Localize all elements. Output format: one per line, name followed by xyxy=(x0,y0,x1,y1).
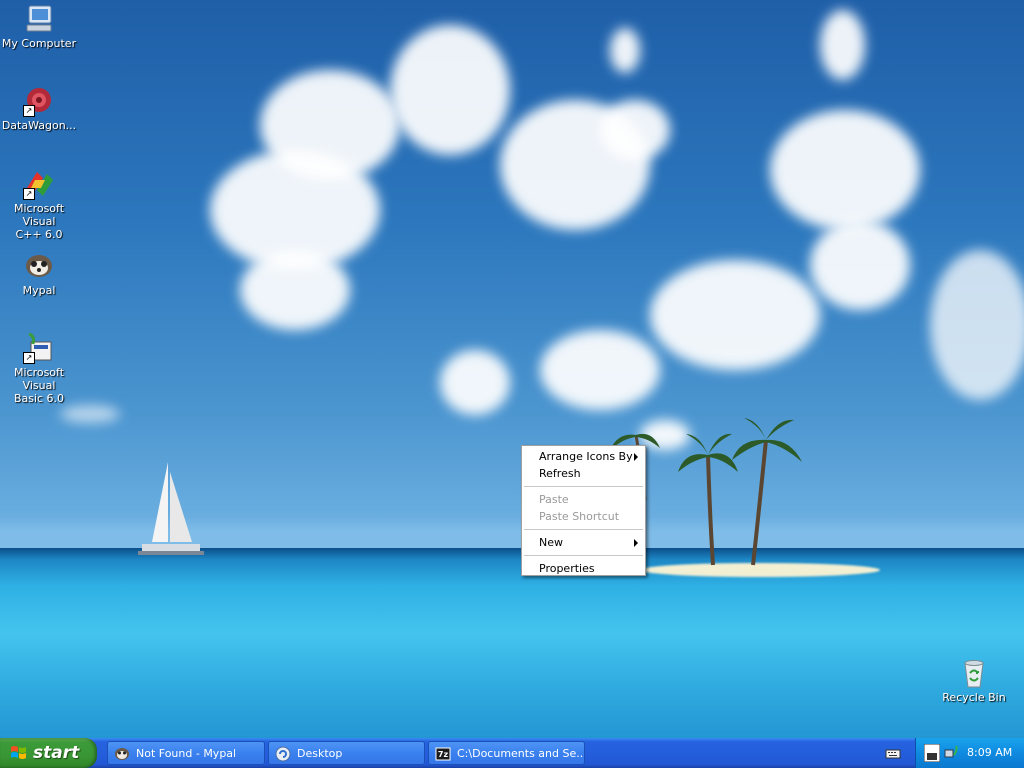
wallpaper-sailboat xyxy=(138,462,204,555)
start-button[interactable]: start xyxy=(0,738,97,768)
taskbar-button-7zip[interactable]: 7z C:\Documents and Se... xyxy=(428,741,585,765)
wallpaper-cloud xyxy=(820,10,865,80)
shortcut-arrow-icon: ↗ xyxy=(23,105,35,117)
wallpaper-cloud xyxy=(600,100,670,160)
wallpaper-cloud xyxy=(810,220,910,310)
recycle-bin-icon xyxy=(958,657,990,689)
menu-item-label: Paste xyxy=(539,493,569,506)
wallpaper-cloud xyxy=(650,260,820,370)
desktop-context-menu: Arrange Icons By Refresh Paste Paste Sho… xyxy=(521,445,646,576)
wallpaper-cloud xyxy=(390,25,510,155)
taskbar-button-mypal[interactable]: Not Found - Mypal xyxy=(107,741,265,765)
desktop-icon-recycle-bin[interactable]: Recycle Bin xyxy=(934,657,1014,704)
menu-item-label: Refresh xyxy=(539,467,581,480)
menu-item-new[interactable]: New xyxy=(522,534,645,551)
menu-item-arrange-icons-by[interactable]: Arrange Icons By xyxy=(522,448,645,465)
taskbar-button-label: Desktop xyxy=(297,747,343,760)
wallpaper-cloud xyxy=(770,110,920,230)
desktop-icon-label-line1: Microsoft Visual xyxy=(13,202,65,228)
menu-item-label: Arrange Icons By xyxy=(539,450,633,463)
desktop-icon xyxy=(275,746,291,762)
wallpaper-cloud xyxy=(930,250,1024,400)
start-label: start xyxy=(33,743,80,763)
menu-item-label: Paste Shortcut xyxy=(539,510,620,523)
taskbar: start Not Found - Mypal Desktop 7z C:\Do… xyxy=(0,738,1024,768)
windows-logo-icon xyxy=(11,746,26,759)
taskbar-button-label: Not Found - Mypal xyxy=(136,747,237,760)
desktop-icon-mypal[interactable]: Mypal xyxy=(0,250,79,297)
wallpaper-cloud xyxy=(260,70,400,180)
my-computer-icon xyxy=(23,3,55,35)
visual-cpp-icon: ↗ xyxy=(23,168,55,200)
desktop-icon-label: Mypal xyxy=(22,284,56,297)
menu-separator xyxy=(524,555,643,556)
wallpaper-cloud xyxy=(60,405,120,423)
menu-separator xyxy=(524,529,643,530)
desktop-icon-label: My Computer xyxy=(1,37,77,50)
taskbar-clock[interactable]: 8:09 AM xyxy=(967,738,1012,768)
datawagon-icon: ↗ xyxy=(23,85,55,117)
desktop-icon-datawagon[interactable]: ↗ DataWagon... xyxy=(0,85,79,132)
desktop-background[interactable] xyxy=(0,0,1024,738)
desktop-icon-label: Recycle Bin xyxy=(942,691,1006,704)
submenu-arrow-icon xyxy=(634,453,638,461)
wallpaper-cloud xyxy=(610,28,640,73)
wallpaper-sea xyxy=(0,548,1024,738)
mypal-icon xyxy=(23,250,55,282)
menu-item-properties[interactable]: Properties xyxy=(522,560,645,577)
desktop-icon-visual-basic[interactable]: ↗ Microsoft Visual Basic 6.0 xyxy=(0,332,79,405)
wallpaper-cloud xyxy=(440,350,510,415)
shortcut-arrow-icon: ↗ xyxy=(23,188,35,200)
language-indicator-icon[interactable] xyxy=(924,744,940,762)
taskbar-button-desktop[interactable]: Desktop xyxy=(268,741,425,765)
7zip-icon: 7z xyxy=(435,747,451,761)
menu-item-paste-shortcut: Paste Shortcut xyxy=(522,508,645,525)
menu-separator xyxy=(524,486,643,487)
shortcut-arrow-icon: ↗ xyxy=(23,352,35,364)
desktop-icon-my-computer[interactable]: My Computer xyxy=(0,3,79,50)
visual-basic-icon: ↗ xyxy=(23,332,55,364)
wallpaper-cloud xyxy=(240,250,350,330)
wallpaper-cloud xyxy=(540,330,660,410)
taskbar-button-label: C:\Documents and Se... xyxy=(457,747,585,760)
keyboard-icon[interactable] xyxy=(885,745,901,761)
menu-item-paste: Paste xyxy=(522,491,645,508)
menu-item-label: New xyxy=(539,536,563,549)
menu-item-refresh[interactable]: Refresh xyxy=(522,465,645,482)
submenu-arrow-icon xyxy=(634,539,638,547)
mypal-icon xyxy=(115,748,129,760)
desktop-icon-label: DataWagon... xyxy=(1,119,77,132)
desktop-icon-label-line1: Microsoft Visual xyxy=(13,366,65,392)
svg-text:7z: 7z xyxy=(438,750,449,759)
desktop-icon-label-line2: Basic 6.0 xyxy=(13,392,65,405)
network-connection-icon[interactable] xyxy=(944,745,960,761)
desktop-icon-visual-cpp[interactable]: ↗ Microsoft Visual C++ 6.0 xyxy=(0,168,79,241)
menu-item-label: Properties xyxy=(539,562,595,575)
desktop-icon-label-line2: C++ 6.0 xyxy=(15,228,63,241)
